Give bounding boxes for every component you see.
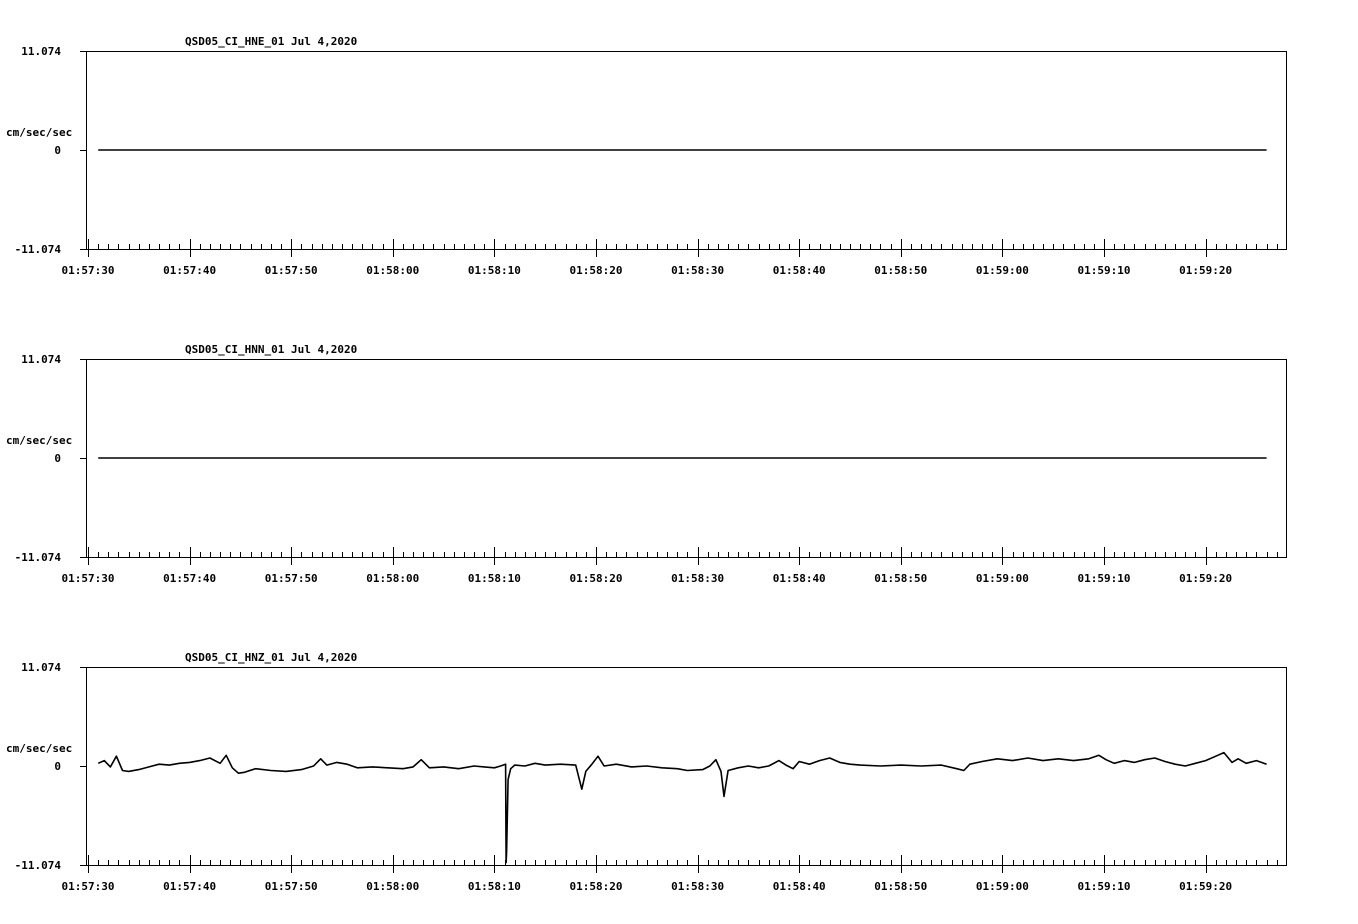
y-tick-label: 11.074 [21, 45, 61, 58]
y-tick-label: -11.074 [15, 551, 62, 564]
x-tick-label: 01:59:00 [976, 880, 1029, 893]
x-tick-label: 01:57:30 [62, 572, 115, 585]
y-axis-label: cm/sec/sec [6, 126, 72, 139]
seismogram-figure: 11.074 0 -11.074 cm/sec/sec QSD05_CI_HNE_01 … [6, 35, 1287, 893]
x-tick-label: 01:59:00 [976, 572, 1029, 585]
y-axis-label: cm/sec/sec [6, 434, 72, 447]
x-tick-label: 01:57:40 [163, 880, 216, 893]
y-tick-label: -11.074 [15, 859, 62, 872]
chart-title: QSD05_CI_HNZ_01 Jul 4,2020 [185, 651, 357, 664]
x-tick-label: 01:58:20 [570, 264, 623, 277]
x-tick-label: 01:57:40 [163, 572, 216, 585]
chart-title: QSD05_CI_HNN_01 Jul 4,2020 [185, 343, 357, 356]
x-tick-label: 01:59:20 [1179, 572, 1232, 585]
x-tick-label: 01:59:20 [1179, 880, 1232, 893]
x-tick-label: 01:58:50 [874, 880, 927, 893]
chart-title: QSD05_CI_HNE_01 Jul 4,2020 [185, 35, 357, 48]
x-tick-label: 01:58:10 [468, 880, 521, 893]
x-tick-label: 01:58:00 [366, 572, 419, 585]
y-tick-label: 0 [54, 452, 61, 465]
plot-frame [86, 667, 1287, 866]
y-tick-label: 11.074 [21, 661, 61, 674]
x-tick-label: 01:58:30 [671, 572, 724, 585]
x-tick-label: 01:58:10 [468, 572, 521, 585]
x-tick-label: 01:58:40 [773, 264, 826, 277]
x-tick-label: 01:58:50 [874, 572, 927, 585]
chart-panel-2: 11.074 0 -11.074 cm/sec/sec QSD05_CI_HNN_01 … [6, 343, 1287, 585]
x-tick-label: 01:59:10 [1078, 264, 1131, 277]
x-tick-label: 01:59:10 [1078, 572, 1131, 585]
x-tick-label: 01:57:30 [62, 880, 115, 893]
x-tick-label: 01:58:30 [671, 264, 724, 277]
x-tick-label: 01:58:50 [874, 264, 927, 277]
x-tick-label: 01:58:30 [671, 880, 724, 893]
x-tick-label: 01:58:00 [366, 880, 419, 893]
x-tick-label: 01:57:50 [265, 572, 318, 585]
x-tick-label: 01:58:10 [468, 264, 521, 277]
y-tick-label: -11.074 [15, 243, 62, 256]
x-tick-label: 01:59:10 [1078, 880, 1131, 893]
y-tick-label: 0 [54, 144, 61, 157]
x-tick-label: 01:57:50 [265, 880, 318, 893]
chart-panel-3: 11.074 0 -11.074 cm/sec/sec QSD05_CI_HNZ_01 … [6, 651, 1287, 893]
x-tick-label: 01:58:40 [773, 572, 826, 585]
x-tick-label: 01:59:20 [1179, 264, 1232, 277]
chart-panel-1: 11.074 0 -11.074 cm/sec/sec QSD05_CI_HNE_01 … [6, 35, 1287, 277]
y-tick-label: 0 [54, 760, 61, 773]
x-tick-label: 01:58:00 [366, 264, 419, 277]
x-tick-label: 01:58:20 [570, 572, 623, 585]
x-tick-label: 01:59:00 [976, 264, 1029, 277]
x-tick-label: 01:58:40 [773, 880, 826, 893]
series-line [97, 751, 1267, 864]
x-tick-label: 01:57:30 [62, 264, 115, 277]
x-tick-label: 01:57:40 [163, 264, 216, 277]
y-tick-label: 11.074 [21, 353, 61, 366]
y-axis-label: cm/sec/sec [6, 742, 72, 755]
x-tick-label: 01:57:50 [265, 264, 318, 277]
x-tick-label: 01:58:20 [570, 880, 623, 893]
